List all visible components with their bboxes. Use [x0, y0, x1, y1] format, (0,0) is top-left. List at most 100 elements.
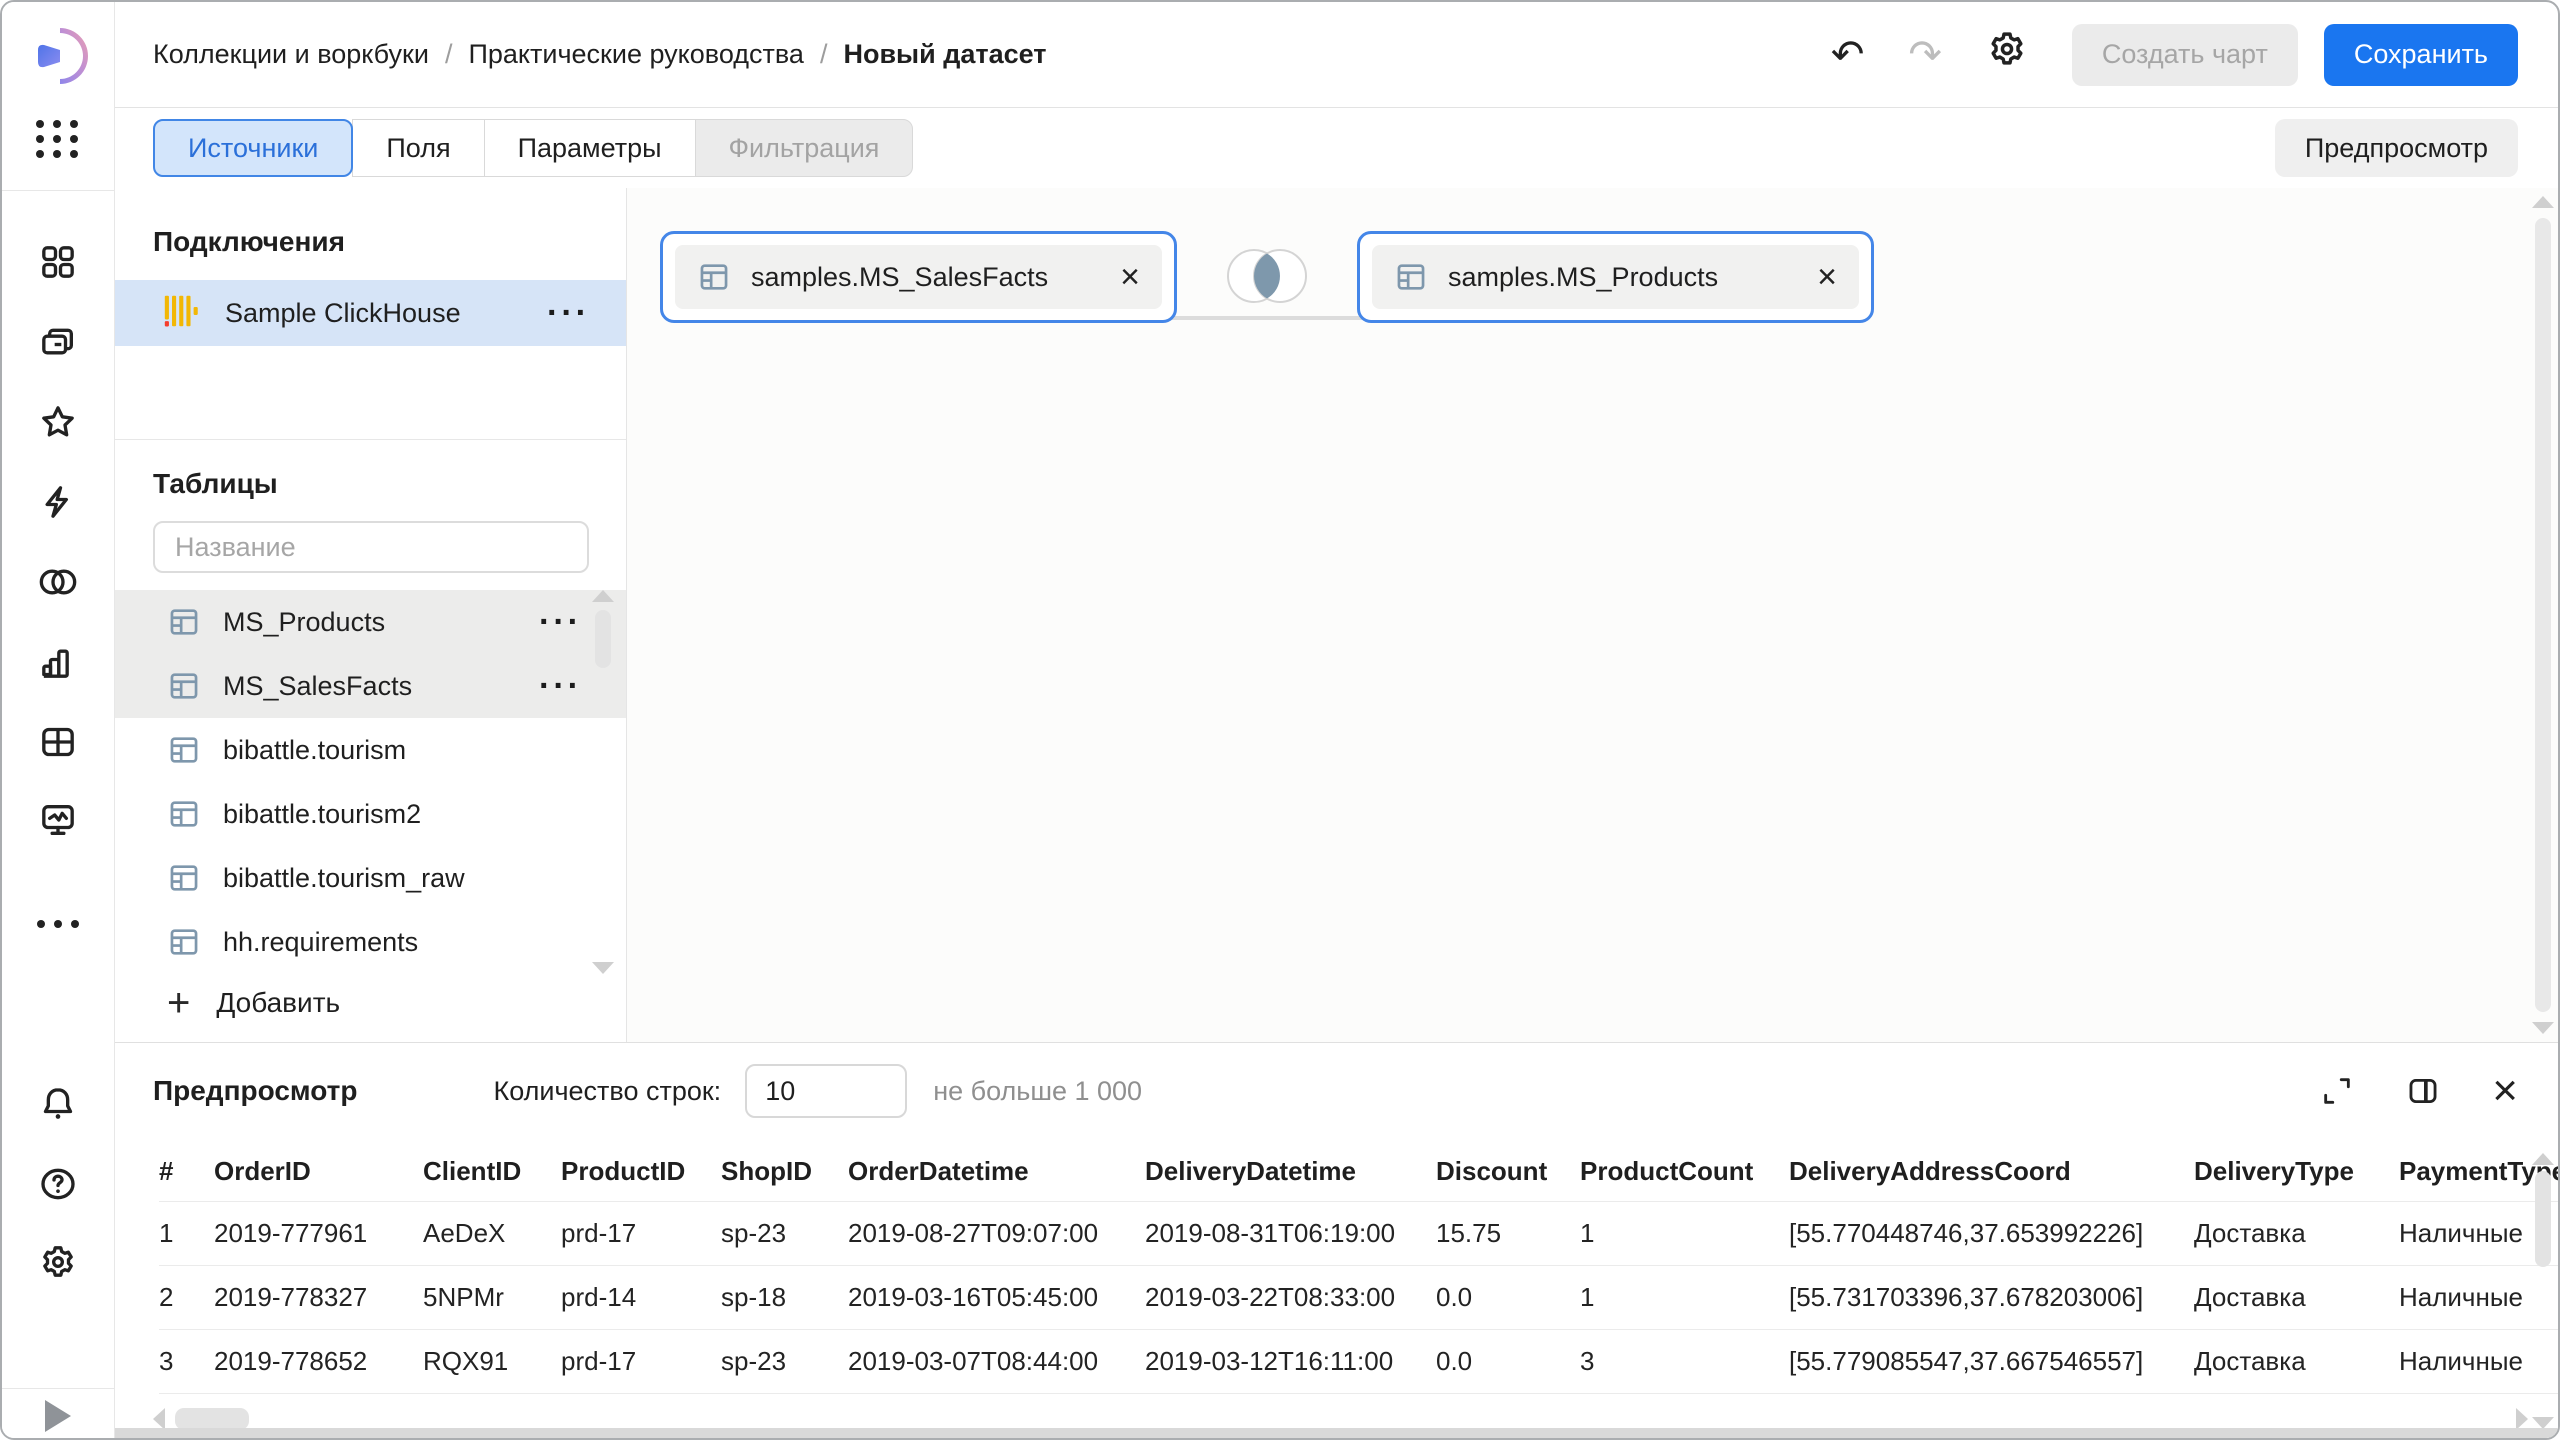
- tab-sources[interactable]: Источники: [153, 119, 353, 177]
- column-header[interactable]: DeliveryType: [2194, 1143, 2399, 1201]
- expand-icon[interactable]: [2320, 1074, 2354, 1108]
- table-icon: [167, 797, 201, 831]
- table-search-input[interactable]: [153, 521, 589, 573]
- connection-menu-button[interactable]: ···: [547, 303, 590, 323]
- main-area: Коллекции и воркбуки / Практические руко…: [115, 2, 2558, 1438]
- table-icon: [1394, 260, 1428, 294]
- page-scrollbar[interactable]: [2532, 196, 2554, 1034]
- tables-icon[interactable]: [2, 722, 114, 762]
- table-menu-button[interactable]: ···: [539, 612, 582, 632]
- left-rail: [2, 2, 115, 1438]
- table-menu-button[interactable]: ···: [539, 676, 582, 696]
- table-row: 32019-778652RQX91prd-17sp-232019-03-07T0…: [159, 1329, 2558, 1393]
- column-header[interactable]: OrderID: [214, 1143, 423, 1201]
- preview-horizontal-scrollbar[interactable]: [153, 1408, 249, 1430]
- connections-heading: Подключения: [153, 226, 345, 258]
- column-header[interactable]: #: [159, 1143, 214, 1201]
- join-canvas[interactable]: samples.MS_SalesFacts ×: [627, 188, 2558, 1042]
- settings-gear-icon[interactable]: [1986, 28, 2028, 77]
- rail-divider: [2, 190, 114, 191]
- editor-lightning-icon[interactable]: [2, 482, 114, 522]
- create-chart-button[interactable]: Создать чарт: [2072, 24, 2298, 86]
- rail-divider: [2, 1388, 114, 1389]
- column-header[interactable]: DeliveryDatetime: [1145, 1143, 1436, 1201]
- source-node-products[interactable]: samples.MS_Products ×: [1357, 231, 1874, 323]
- preview-title: Предпросмотр: [153, 1075, 357, 1107]
- row-count-label: Количество строк:: [493, 1076, 721, 1107]
- table-row: 22019-7783275NPMrprd-14sp-182019-03-16T0…: [159, 1265, 2558, 1329]
- settings-gear-icon[interactable]: [2, 1242, 114, 1282]
- column-header[interactable]: ShopID: [721, 1143, 848, 1201]
- charts-icon[interactable]: [2, 642, 114, 682]
- preview-toggle-button[interactable]: Предпросмотр: [2275, 119, 2518, 177]
- table-list-item[interactable]: bibattle.tourism_raw ···: [115, 846, 626, 910]
- collections-icon[interactable]: [2, 322, 114, 362]
- breadcrumb-current: Новый датасет: [843, 39, 1046, 70]
- connection-item[interactable]: Sample ClickHouse ···: [115, 280, 626, 346]
- table-name: bibattle.tourism2: [223, 799, 582, 830]
- preview-scroll-right-arrow[interactable]: [2516, 1408, 2528, 1430]
- table-list-item[interactable]: MS_SalesFacts ···: [115, 654, 626, 718]
- help-icon[interactable]: [2, 1164, 114, 1204]
- collapse-play-icon[interactable]: [2, 1400, 114, 1432]
- tables-list: MS_Products ···: [115, 590, 626, 974]
- remove-node-icon[interactable]: ×: [1817, 262, 1837, 292]
- tables-heading: Таблицы: [153, 468, 278, 500]
- node-label: samples.MS_SalesFacts: [751, 262, 1120, 293]
- undo-icon[interactable]: ↶: [1831, 35, 1865, 75]
- middle-row: Подключения Sample ClickHouse ··: [115, 188, 2558, 1042]
- table-icon: [167, 861, 201, 895]
- row-count-hint: не больше 1 000: [933, 1076, 1142, 1107]
- breadcrumb: Коллекции и воркбуки / Практические руко…: [153, 39, 1047, 70]
- panel-divider: [115, 439, 626, 440]
- monitoring-icon[interactable]: [2, 800, 114, 840]
- favorites-star-icon[interactable]: [2, 402, 114, 442]
- top-bar: Коллекции и воркбуки / Практические руко…: [115, 2, 2558, 108]
- tab-filtering[interactable]: Фильтрация: [695, 119, 914, 177]
- inner-join-venn-icon[interactable]: [1225, 245, 1309, 312]
- dashboards-icon[interactable]: [2, 242, 114, 282]
- more-ellipsis-icon[interactable]: [2, 920, 114, 928]
- table-list-item[interactable]: bibattle.tourism2 ···: [115, 782, 626, 846]
- table-name: MS_Products: [223, 607, 539, 638]
- column-header[interactable]: ProductCount: [1580, 1143, 1789, 1201]
- table-row-partial: [159, 1393, 2558, 1402]
- column-header[interactable]: OrderDatetime: [848, 1143, 1145, 1201]
- table-list-item[interactable]: hh.requirements ···: [115, 910, 626, 974]
- apps-grid-icon[interactable]: [2, 120, 114, 158]
- table-icon: [697, 260, 731, 294]
- preview-vertical-scrollbar[interactable]: [2532, 1153, 2554, 1429]
- datalens-logo[interactable]: [2, 24, 114, 88]
- table-row: 12019-777961AeDeXprd-17sp-232019-08-27T0…: [159, 1201, 2558, 1265]
- table-icon: [167, 605, 201, 639]
- preview-panel: Предпросмотр Количество строк: не больше…: [115, 1042, 2558, 1438]
- column-header[interactable]: Discount: [1436, 1143, 1580, 1201]
- clickhouse-icon: [163, 293, 199, 334]
- app-window: Коллекции и воркбуки / Практические руко…: [0, 0, 2560, 1440]
- add-table-button[interactable]: + Добавить: [167, 971, 340, 1035]
- column-header[interactable]: DeliveryAddressCoord: [1789, 1143, 2194, 1201]
- save-button[interactable]: Сохранить: [2324, 24, 2518, 86]
- tab-band: Источники Поля Параметры Фильтрация Пред…: [115, 108, 2558, 188]
- table-icon: [167, 733, 201, 767]
- close-icon[interactable]: ×: [2492, 1073, 2518, 1109]
- horizontal-scrollbar-track[interactable]: [115, 1428, 2558, 1438]
- redo-icon[interactable]: ↷: [1908, 35, 1942, 75]
- table-name: bibattle.tourism: [223, 735, 582, 766]
- breadcrumb-collections[interactable]: Коллекции и воркбуки: [153, 39, 429, 70]
- breadcrumb-workbook[interactable]: Практические руководства: [468, 39, 803, 70]
- notifications-bell-icon[interactable]: [2, 1084, 114, 1124]
- row-count-input[interactable]: [745, 1064, 907, 1118]
- column-header[interactable]: ProductID: [561, 1143, 721, 1201]
- source-node-salesfacts[interactable]: samples.MS_SalesFacts ×: [660, 231, 1177, 323]
- tab-parameters[interactable]: Параметры: [484, 119, 696, 177]
- split-panel-icon[interactable]: [2406, 1074, 2440, 1108]
- tab-fields[interactable]: Поля: [352, 119, 484, 177]
- table-list-item[interactable]: MS_Products ···: [115, 590, 626, 654]
- tables-list-scrollbar[interactable]: [592, 590, 614, 974]
- table-list-item[interactable]: bibattle.tourism ···: [115, 718, 626, 782]
- datasets-venn-icon[interactable]: [2, 562, 114, 602]
- node-label: samples.MS_Products: [1448, 262, 1817, 293]
- column-header[interactable]: ClientID: [423, 1143, 561, 1201]
- remove-node-icon[interactable]: ×: [1120, 262, 1140, 292]
